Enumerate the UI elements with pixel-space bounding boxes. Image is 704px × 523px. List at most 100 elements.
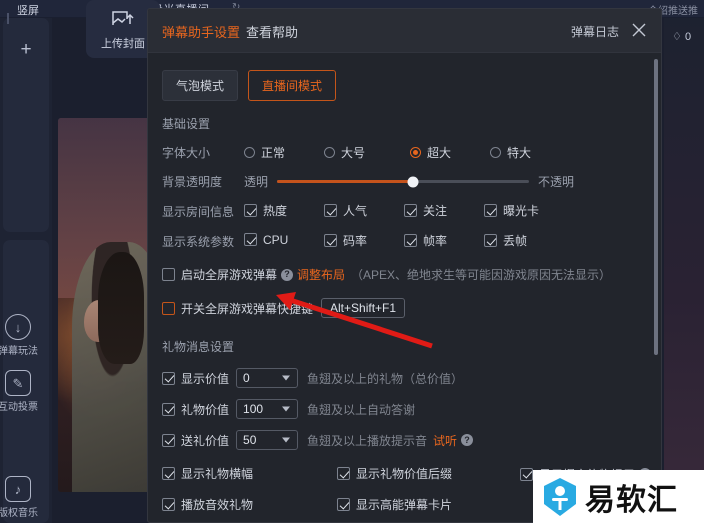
- rail-divider: [7, 13, 9, 24]
- adjust-layout-link[interactable]: 调整布局: [297, 266, 345, 283]
- preview-person-hair: [98, 252, 144, 364]
- sidebar-item-music[interactable]: ♪ 版权音乐: [0, 476, 46, 519]
- gift-show-value-select[interactable]: 0: [236, 368, 299, 388]
- checkbox-gift-banner[interactable]: 显示礼物横幅: [162, 465, 253, 482]
- checkbox-label: 显示价值: [181, 371, 230, 386]
- shield-logo-icon: [544, 477, 576, 516]
- checkbox-box: [520, 467, 533, 481]
- checkbox-label: CPU: [263, 232, 289, 247]
- close-icon[interactable]: [629, 20, 649, 40]
- watermark-text: 易软汇: [585, 482, 678, 518]
- checkbox-high-energy-card[interactable]: 显示高能弹幕卡片: [337, 496, 452, 513]
- checkbox-label: 送礼价值: [181, 433, 230, 448]
- radio-font-super-large[interactable]: 特大: [490, 144, 531, 161]
- checkbox-box: [244, 233, 257, 247]
- checkbox-bitrate[interactable]: 码率: [324, 232, 367, 249]
- checkbox-room-popularity[interactable]: 人气: [324, 202, 367, 219]
- checkbox-box: [337, 498, 350, 511]
- sidebar-item-danmaku-play[interactable]: ↓ 弹幕玩法: [0, 314, 46, 357]
- checkbox-play-sound-gift[interactable]: 播放音效礼物: [162, 496, 253, 513]
- radio-font-large[interactable]: 大号: [324, 144, 410, 161]
- opacity-slider-knob[interactable]: [407, 176, 419, 187]
- checkbox-fullscreen-danmaku[interactable]: 启动全屏游戏弹幕: [162, 266, 277, 283]
- tab-settings[interactable]: 弹幕助手设置: [162, 22, 240, 41]
- checkbox-label: 关注: [423, 204, 448, 218]
- checkbox-room-exposure-card[interactable]: 曝光卡: [484, 202, 539, 219]
- flame-icon: ♢: [672, 31, 682, 43]
- vote-icon: ✎: [5, 370, 31, 396]
- gift-value-select[interactable]: 100: [236, 399, 299, 419]
- tab-help[interactable]: 查看帮助: [246, 22, 298, 41]
- opacity-right-label: 不透明: [538, 175, 575, 189]
- system-params-row: 显示系统参数 CPU 码率 帧率 丢帧: [162, 232, 661, 250]
- gift-send-value-suffix: 鱼翅及以上播放提示音: [307, 433, 428, 448]
- image-upload-icon: [111, 8, 135, 35]
- hotkey-input[interactable]: Alt+Shift+F1: [321, 298, 406, 318]
- basic-settings-title: 基础设置: [162, 117, 211, 131]
- room-info-row: 显示房间信息 热度 人气 关注 曝光卡: [162, 202, 661, 220]
- checkbox-box: [162, 371, 175, 385]
- checkbox-label: 人气: [343, 204, 368, 218]
- fullscreen-danmaku-row: 启动全屏游戏弹幕 ? 调整布局 （APEX、绝地求生等可能因游戏原因无法显示）: [162, 266, 661, 283]
- gift-send-value-select[interactable]: 50: [236, 430, 299, 450]
- checkbox-cpu[interactable]: CPU: [244, 233, 288, 247]
- mode-bubble-button[interactable]: 气泡模式: [162, 70, 239, 101]
- checkbox-box: [404, 234, 417, 247]
- gift-show-value-row: 显示价值 0 鱼翅及以上的礼物（总价值）: [162, 368, 661, 388]
- preview-sound-link[interactable]: 试听: [433, 432, 457, 449]
- checkbox-label: 码率: [343, 234, 368, 248]
- dialog-scrollbar[interactable]: [654, 59, 658, 355]
- mode-liveroom-button[interactable]: 直播间模式: [248, 70, 337, 101]
- download-circle-icon: ↓: [5, 314, 31, 340]
- font-size-row: 字体大小 正常 大号 超大 特大: [162, 144, 661, 161]
- checkbox-label: 显示礼物横幅: [181, 467, 254, 481]
- sidebar-item-vote[interactable]: ✎ 互动投票: [0, 370, 46, 413]
- checkbox-box: [162, 467, 175, 480]
- checkbox-fullscreen-hotkey[interactable]: 开关全屏游戏弹幕快捷键: [162, 300, 313, 317]
- checkbox-label: 启动全屏游戏弹幕: [181, 268, 278, 282]
- checkbox-gift-value-suffix[interactable]: 显示礼物价值后缀: [337, 465, 452, 482]
- radio-label: 大号: [341, 146, 366, 160]
- radio-label: 超大: [427, 146, 452, 160]
- sidebar-item-label: 弹幕玩法: [0, 346, 38, 357]
- danmaku-assistant-dialog: 弹幕助手设置 查看帮助 弹幕日志 气泡模式 直播间模式 基础设置 字体大小 正常…: [147, 8, 662, 523]
- gift-value-row: 礼物价值 100 鱼翅及以上自动答谢: [162, 399, 661, 419]
- radio-font-extra-large[interactable]: 超大: [410, 144, 490, 161]
- system-params-label: 显示系统参数: [162, 234, 235, 249]
- font-size-label: 字体大小: [162, 146, 211, 160]
- checkbox-gift-value[interactable]: 礼物价值: [162, 401, 229, 418]
- checkbox-box: [484, 204, 497, 217]
- chevron-down-icon: [282, 406, 291, 412]
- checkbox-room-heat[interactable]: 热度: [244, 202, 287, 219]
- checkbox-label: 曝光卡: [503, 204, 540, 218]
- gift-show-value-suffix: 鱼翅及以上的礼物（总价值）: [307, 371, 464, 386]
- gift-send-value-row: 送礼价值 50 鱼翅及以上播放提示音 试听 ?: [162, 430, 661, 450]
- screen: 极光直播间 ↻ 介绍推送推 竖屏 + ↓ 弹幕玩法 ✎ 互动投票 ♪ 版权音乐: [0, 0, 704, 523]
- radio-dot: [490, 147, 501, 158]
- sidebar-item-label: 互动投票: [0, 402, 38, 413]
- checkbox-framerate[interactable]: 帧率: [404, 232, 447, 249]
- checkbox-label: 丢帧: [503, 234, 528, 248]
- checkbox-gift-show-value[interactable]: 显示价值: [162, 370, 229, 387]
- radio-dot: [244, 147, 255, 158]
- help-icon[interactable]: ?: [461, 434, 474, 446]
- opacity-slider[interactable]: [277, 176, 530, 187]
- checkbox-box: [337, 467, 350, 480]
- music-note-icon: ♪: [5, 476, 31, 502]
- viewer-count-value: 0: [684, 31, 692, 43]
- checkbox-gift-send-value[interactable]: 送礼价值: [162, 432, 229, 449]
- help-icon[interactable]: ?: [281, 268, 294, 281]
- checkbox-dropped-frames[interactable]: 丢帧: [484, 232, 527, 249]
- checkbox-box: [324, 204, 337, 217]
- add-scene-button[interactable]: +: [3, 40, 49, 59]
- gift-value-suffix: 鱼翅及以上自动答谢: [307, 402, 416, 417]
- checkbox-label: 显示高能弹幕卡片: [356, 498, 453, 512]
- chevron-down-icon: [282, 437, 291, 443]
- radio-font-normal[interactable]: 正常: [244, 144, 324, 161]
- opacity-label: 背景透明度: [162, 175, 223, 189]
- sidebar-item-label: 版权音乐: [0, 508, 38, 519]
- rail-top-tab[interactable]: 竖屏: [17, 2, 39, 18]
- gift-settings-title: 礼物消息设置: [162, 340, 235, 354]
- danmaku-log-button[interactable]: 弹幕日志: [571, 23, 619, 40]
- checkbox-room-follow[interactable]: 关注: [404, 202, 447, 219]
